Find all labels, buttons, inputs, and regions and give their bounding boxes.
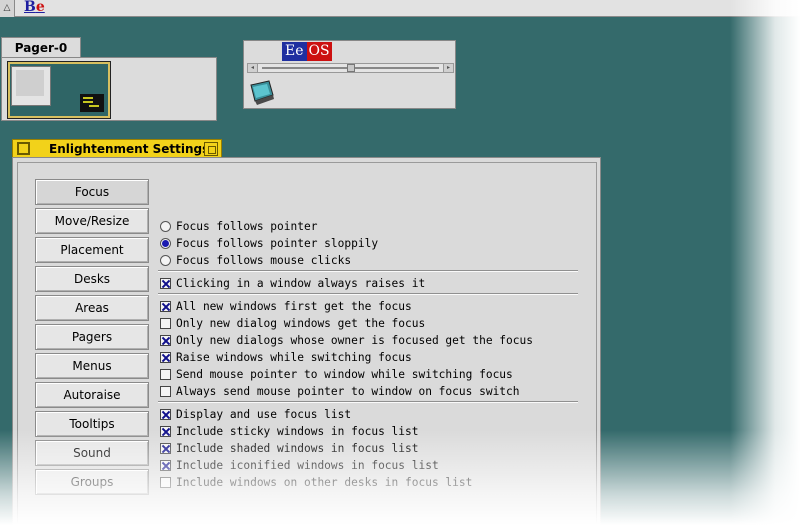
checkbox[interactable] [160, 476, 171, 488]
maximize-icon[interactable] [204, 142, 218, 156]
sidebar-item-focus[interactable]: Focus [35, 179, 149, 205]
checkbox[interactable] [160, 425, 171, 437]
option-label: Raise windows while switching focus [176, 350, 412, 364]
be-logo[interactable]: Be [24, 0, 45, 15]
eeos-window: Ee OS ◂ ▸ [243, 40, 456, 109]
pager [1, 57, 217, 121]
option-label: Always send mouse pointer to window on f… [176, 384, 520, 398]
checkbox[interactable] [160, 334, 171, 346]
separator [158, 293, 578, 295]
eeos-slider[interactable]: ◂ ▸ [247, 63, 454, 73]
option-label: All new windows first get the focus [176, 299, 412, 313]
option-click-raises[interactable]: Clicking in a window always raises it [160, 275, 425, 291]
settings-window: Focus Move/Resize Placement Desks Areas … [12, 157, 601, 525]
option-label: Display and use focus list [176, 407, 352, 421]
monitor-icon[interactable] [247, 79, 277, 107]
eeos-logo-ee: Ee [282, 42, 307, 61]
checkbox[interactable] [160, 442, 171, 454]
option-focus-list-iconified[interactable]: Include iconified windows in focus list [160, 457, 439, 473]
sidebar-item-move-resize[interactable]: Move/Resize [35, 208, 149, 234]
settings-window-title: Enlightenment Settings [49, 142, 210, 156]
sidebar-item-placement[interactable]: Placement [35, 237, 149, 263]
radio-button[interactable] [160, 237, 171, 249]
pager-tab[interactable]: Pager-0 [1, 37, 81, 58]
focus-mode-label: Focus follows mouse clicks [176, 253, 352, 267]
eeos-logo-os: OS [306, 42, 332, 61]
option-focus-list[interactable]: Display and use focus list [160, 406, 351, 422]
option-label: Include shaded windows in focus list [176, 441, 419, 455]
window-menu-icon[interactable] [17, 142, 30, 155]
sidebar-item-areas[interactable]: Areas [35, 295, 149, 321]
settings-titlebar[interactable]: Enlightenment Settings [12, 139, 222, 158]
option-label: Send mouse pointer to window while switc… [176, 367, 513, 381]
checkbox[interactable] [160, 368, 171, 380]
focus-mode-option[interactable]: Focus follows pointer sloppily [160, 235, 378, 251]
pager-active-desk-outline [8, 62, 110, 118]
radio-button[interactable] [160, 254, 171, 266]
option-new-dialogs-focus[interactable]: Only new dialog windows get the focus [160, 315, 425, 331]
top-bar: △ Be [0, 0, 800, 17]
checkbox[interactable] [160, 408, 171, 420]
sidebar-item-desks[interactable]: Desks [35, 266, 149, 292]
option-label: Clicking in a window always raises it [176, 276, 426, 290]
option-raise-while-switching[interactable]: Raise windows while switching focus [160, 349, 412, 365]
checkbox[interactable] [160, 300, 171, 312]
pager-desk-thumbnail[interactable] [7, 61, 111, 119]
checkbox[interactable] [160, 459, 171, 471]
sidebar-item-sound[interactable]: Sound [35, 440, 149, 466]
checkbox[interactable] [160, 317, 171, 329]
radio-button[interactable] [160, 220, 171, 232]
option-label: Include sticky windows in focus list [176, 424, 419, 438]
option-label: Include windows on other desks in focus … [176, 475, 473, 489]
checkbox[interactable] [160, 277, 171, 289]
separator [158, 270, 578, 272]
focus-mode-label: Focus follows pointer [176, 219, 318, 233]
slider-thumb[interactable] [347, 64, 355, 72]
option-focus-list-shaded[interactable]: Include shaded windows in focus list [160, 440, 418, 456]
option-focus-list-sticky[interactable]: Include sticky windows in focus list [160, 423, 418, 439]
option-owner-dialogs-focus[interactable]: Only new dialogs whose owner is focused … [160, 332, 533, 348]
separator [158, 401, 578, 403]
sidebar-item-menus[interactable]: Menus [35, 353, 149, 379]
be-logo-b: B [24, 0, 36, 15]
checkbox[interactable] [160, 351, 171, 363]
option-focus-list-other-desks[interactable]: Include windows on other desks in focus … [160, 474, 472, 490]
slider-left-arrow-icon[interactable]: ◂ [248, 64, 258, 72]
sidebar-item-autoraise[interactable]: Autoraise [35, 382, 149, 408]
sidebar-item-groups[interactable]: Groups [35, 469, 149, 495]
focus-mode-label: Focus follows pointer sloppily [176, 236, 379, 250]
menu-arrow-icon[interactable]: △ [0, 0, 15, 17]
option-label: Include iconified windows in focus list [176, 458, 439, 472]
option-label: Only new dialog windows get the focus [176, 316, 426, 330]
option-new-windows-focus[interactable]: All new windows first get the focus [160, 298, 412, 314]
sidebar-item-pagers[interactable]: Pagers [35, 324, 149, 350]
focus-mode-option[interactable]: Focus follows mouse clicks [160, 252, 351, 268]
eeos-logo: Ee OS [282, 42, 332, 61]
be-logo-e: e [35, 0, 45, 15]
slider-right-arrow-icon[interactable]: ▸ [443, 64, 453, 72]
sidebar-item-tooltips[interactable]: Tooltips [35, 411, 149, 437]
focus-mode-option[interactable]: Focus follows pointer [160, 218, 317, 234]
option-always-send-pointer[interactable]: Always send mouse pointer to window on f… [160, 383, 520, 399]
option-send-pointer-while-switching[interactable]: Send mouse pointer to window while switc… [160, 366, 513, 382]
checkbox[interactable] [160, 385, 171, 397]
option-label: Only new dialogs whose owner is focused … [176, 333, 533, 347]
